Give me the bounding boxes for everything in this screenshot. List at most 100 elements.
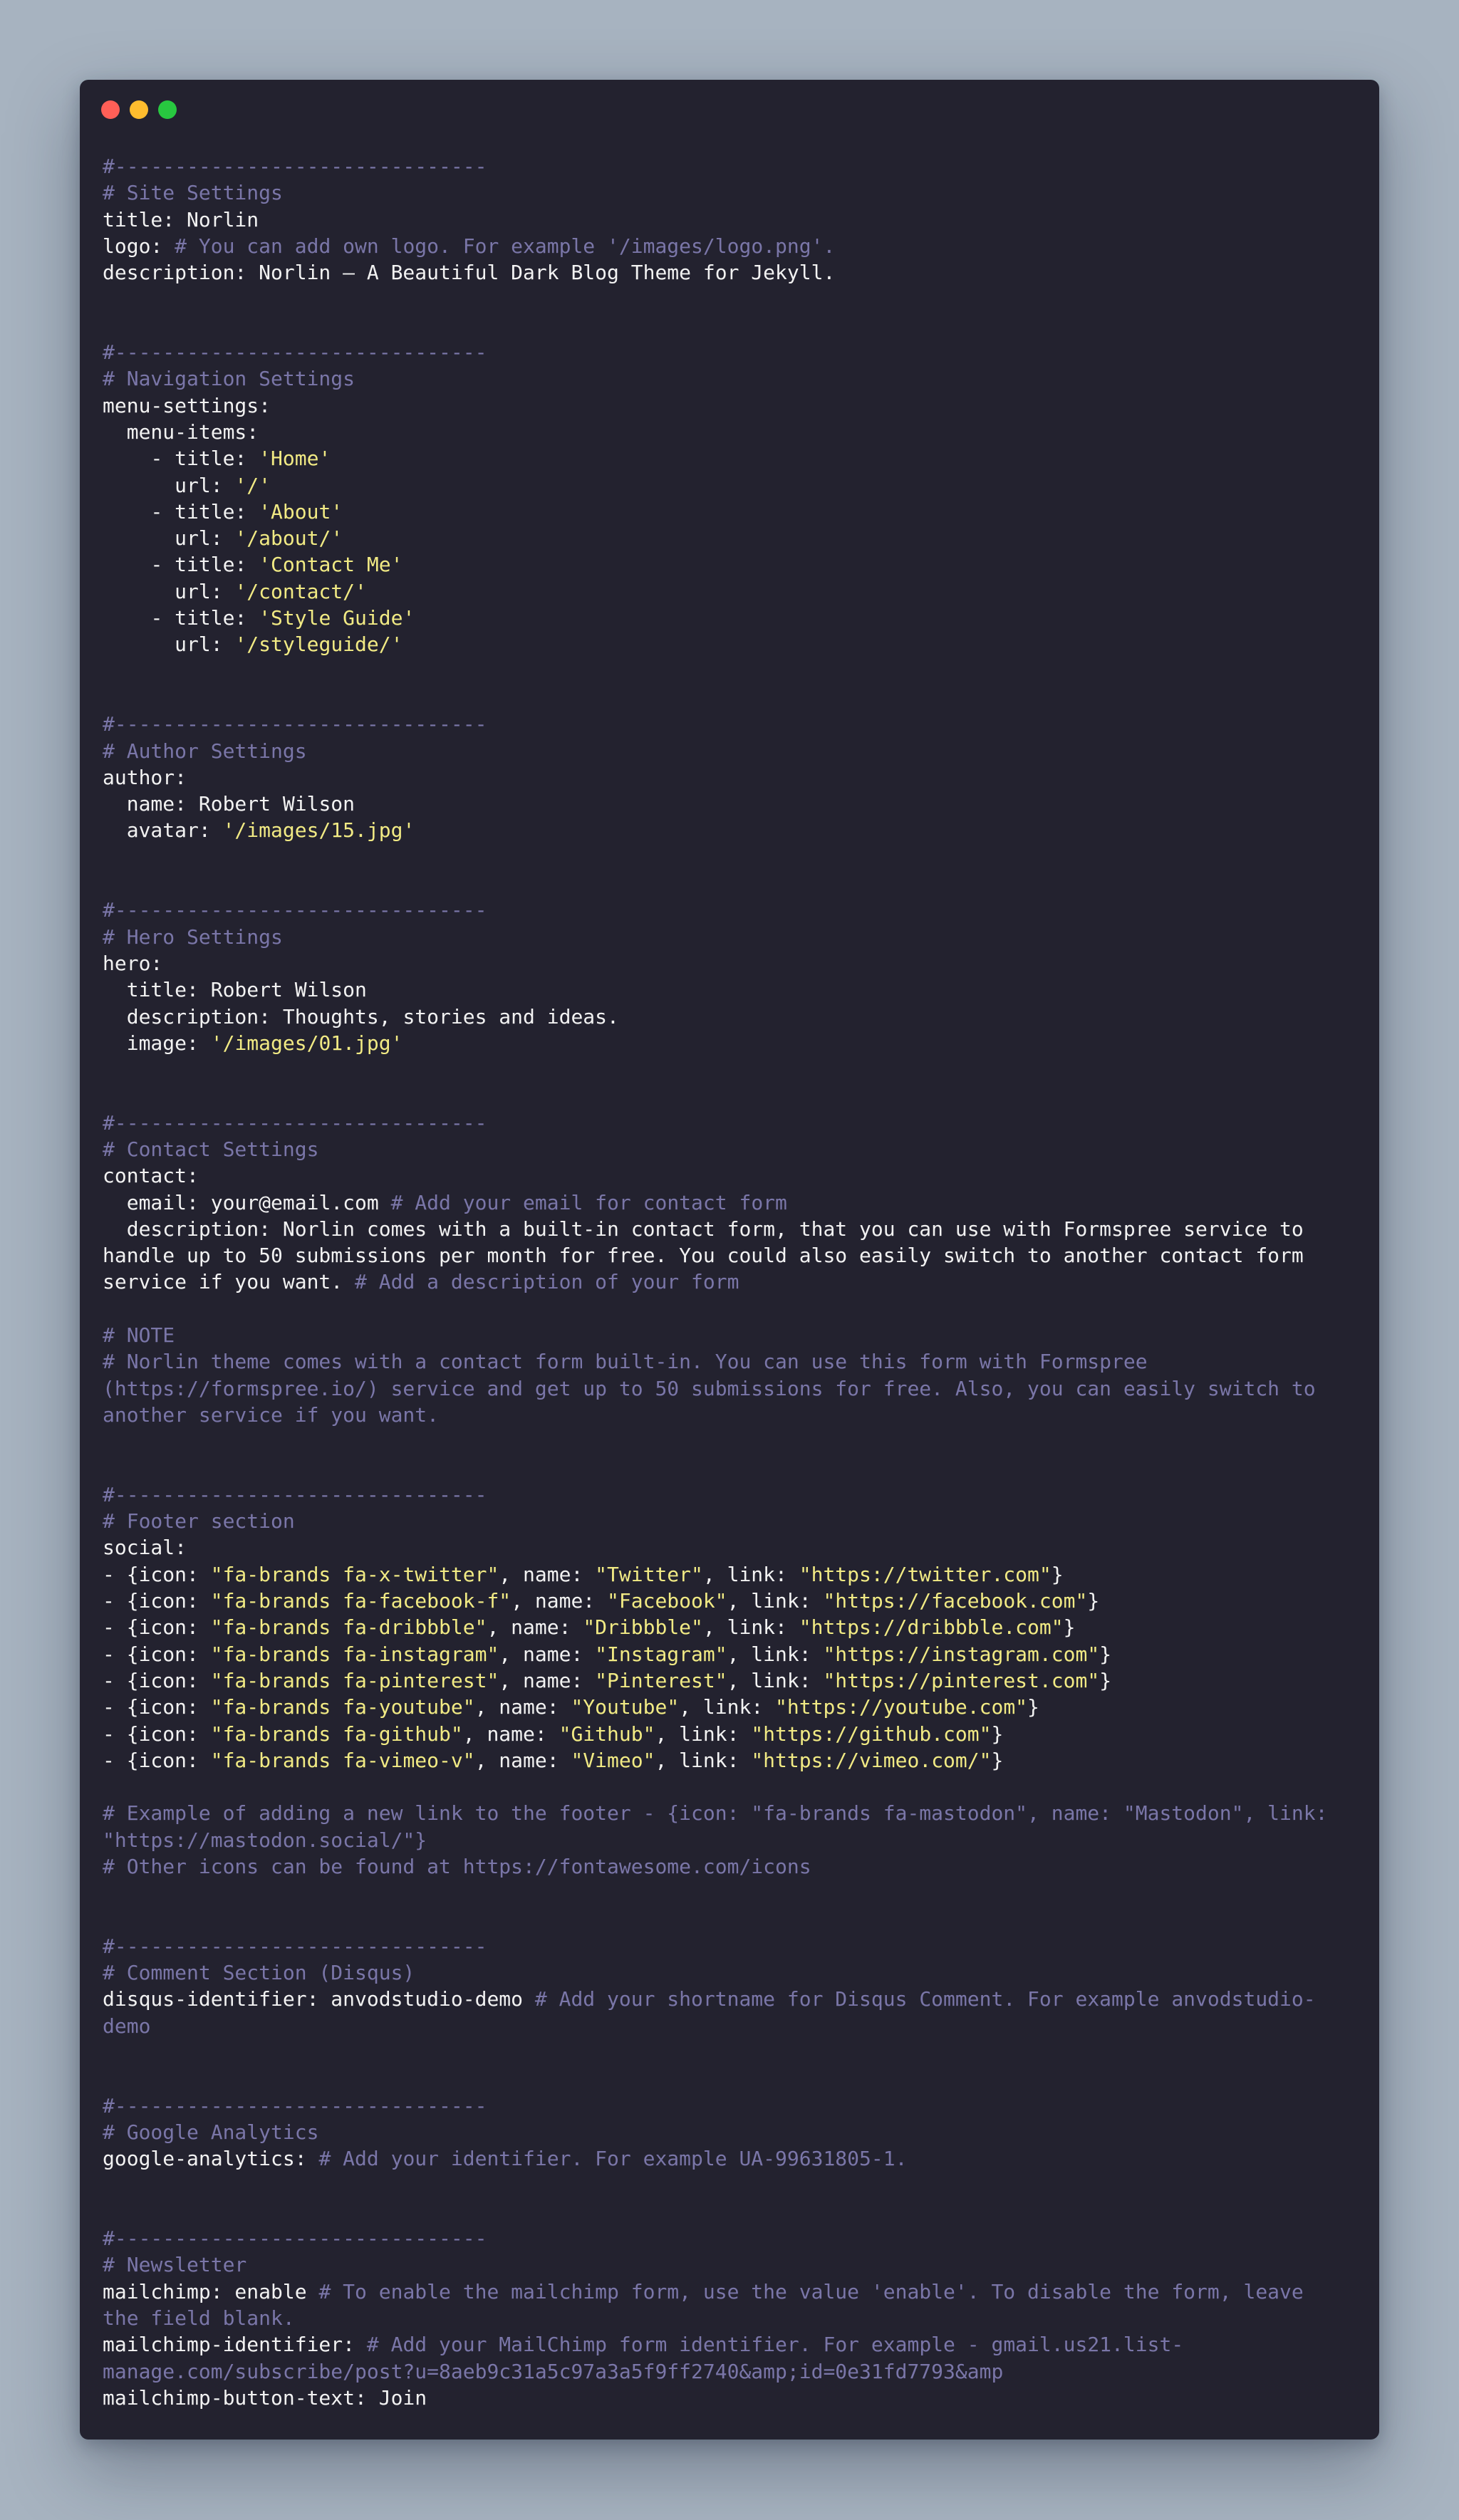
code-text: } — [991, 1748, 1004, 1772]
code-text: - {icon: — [103, 1668, 211, 1692]
code-text: , name: — [511, 1589, 608, 1613]
code-string: "fa-brands fa-dribbble" — [210, 1615, 487, 1640]
code-text: - {icon: — [103, 1722, 211, 1746]
code-text: title: Norlin — [103, 207, 259, 231]
code-line: # Author Settings — [103, 738, 1336, 764]
code-text: description: Thoughts, stories and ideas… — [103, 1004, 619, 1029]
code-text: , name: — [499, 1668, 596, 1692]
code-text: , name: — [487, 1615, 583, 1640]
code-text: - title: — [103, 606, 259, 630]
code-string: "Instagram" — [595, 1642, 727, 1666]
code-string: "fa-brands fa-facebook-f" — [210, 1589, 512, 1613]
code-line: - {icon: "fa-brands fa-dribbble", name: … — [103, 1614, 1336, 1640]
code-text: - title: — [103, 553, 259, 577]
code-string: "https://instagram.com" — [823, 1642, 1100, 1666]
code-line: title: Robert Wilson — [103, 977, 1336, 1003]
code-string: "Pinterest" — [595, 1668, 727, 1692]
code-text: } — [1099, 1642, 1112, 1666]
code-comment: # Contact Settings — [103, 1137, 319, 1161]
code-text: menu-items: — [103, 420, 259, 444]
code-line: # Norlin theme comes with a contact form… — [103, 1348, 1336, 1428]
code-text: , link: — [727, 1589, 824, 1613]
code-text: logo: — [103, 234, 175, 258]
minimize-dot[interactable] — [130, 100, 148, 119]
code-string: "fa-brands fa-vimeo-v" — [210, 1748, 475, 1772]
code-text: , name: — [474, 1748, 571, 1772]
maximize-dot[interactable] — [158, 100, 177, 119]
code-string: "fa-brands fa-instagram" — [210, 1642, 499, 1666]
code-text: google-analytics: — [103, 2147, 319, 2171]
code-text: url: — [103, 526, 235, 551]
code-text: email: your@email.com — [103, 1190, 391, 1214]
code-line: # Hero Settings — [103, 924, 1336, 950]
code-text: - title: — [103, 499, 259, 524]
code-text: , link: — [655, 1722, 752, 1746]
code-text: mailchimp-button-text: Join — [103, 2385, 427, 2410]
code-comment: # Norlin theme comes with a contact form… — [103, 1350, 1328, 1427]
code-string: "Github" — [559, 1722, 655, 1746]
code-string: "https://pinterest.com" — [823, 1668, 1100, 1692]
code-string: "Vimeo" — [571, 1748, 655, 1772]
code-string: "https://youtube.com" — [775, 1695, 1028, 1719]
code-line: - {icon: "fa-brands fa-vimeo-v", name: "… — [103, 1747, 1336, 1774]
code-text: } — [1027, 1695, 1039, 1719]
code-comment: # Author Settings — [103, 739, 307, 763]
code-string: '/images/15.jpg' — [222, 818, 415, 843]
code-line: mailchimp: enable # To enable the mailch… — [103, 2279, 1336, 2332]
code-string: "fa-brands fa-github" — [210, 1722, 463, 1746]
window-controls — [101, 100, 177, 120]
code-line: - {icon: "fa-brands fa-pinterest", name:… — [103, 1667, 1336, 1694]
code-text: social: — [103, 1536, 187, 1560]
code-text: - {icon: — [103, 1642, 211, 1666]
code-string: '/styleguide/' — [234, 632, 403, 657]
code-line: - title: 'Home' — [103, 445, 1336, 472]
code-line: #------------------------------- — [103, 339, 1336, 365]
code-string: 'About' — [259, 499, 343, 524]
code-editor[interactable]: #------------------------------- # Site S… — [103, 153, 1336, 2411]
code-line: - title: 'Contact Me' — [103, 551, 1336, 578]
code-comment: # Other icons can be found at https://fo… — [103, 1855, 811, 1878]
code-string: '/about/' — [234, 526, 343, 551]
code-comment: #------------------------------- — [103, 155, 487, 178]
code-comment: # Newsletter — [103, 2253, 247, 2277]
code-comment: #------------------------------- — [103, 2093, 487, 2118]
code-text: , name: — [499, 1642, 596, 1666]
code-text: menu-settings: — [103, 393, 271, 417]
code-string: 'Home' — [259, 447, 331, 471]
code-line: - title: 'Style Guide' — [103, 605, 1336, 631]
code-text: , link: — [655, 1748, 752, 1772]
code-text: , link: — [679, 1695, 776, 1719]
code-text: - {icon: — [103, 1695, 211, 1719]
code-comment: #------------------------------- — [103, 1934, 487, 1958]
code-line: logo: # You can add own logo. For exampl… — [103, 233, 1336, 259]
code-line: # Contact Settings — [103, 1136, 1336, 1162]
code-comment: #------------------------------- — [103, 2227, 487, 2251]
close-dot[interactable] — [101, 100, 120, 119]
code-text: } — [1063, 1615, 1076, 1640]
code-comment: # Add a description of your form — [355, 1270, 739, 1294]
code-line: menu-settings: — [103, 392, 1336, 419]
code-line: url: '/about/' — [103, 525, 1336, 551]
code-line: - {icon: "fa-brands fa-youtube", name: "… — [103, 1694, 1336, 1720]
code-string: "https://twitter.com" — [799, 1562, 1052, 1586]
code-string: '/' — [234, 473, 271, 497]
code-text: } — [1099, 1668, 1112, 1692]
code-text: } — [1087, 1589, 1100, 1613]
code-string: "https://dribbble.com" — [799, 1615, 1064, 1640]
code-line: title: Norlin — [103, 207, 1336, 233]
code-line: email: your@email.com # Add your email f… — [103, 1189, 1336, 1216]
code-text: description: Norlin — A Beautiful Dark B… — [103, 261, 836, 285]
code-string: "fa-brands fa-x-twitter" — [210, 1562, 499, 1586]
code-text: name: Robert Wilson — [103, 792, 355, 816]
code-string: "fa-brands fa-pinterest" — [210, 1668, 499, 1692]
code-text: avatar: — [103, 818, 223, 843]
code-line: menu-items: — [103, 419, 1336, 445]
code-string: "https://facebook.com" — [823, 1589, 1088, 1613]
